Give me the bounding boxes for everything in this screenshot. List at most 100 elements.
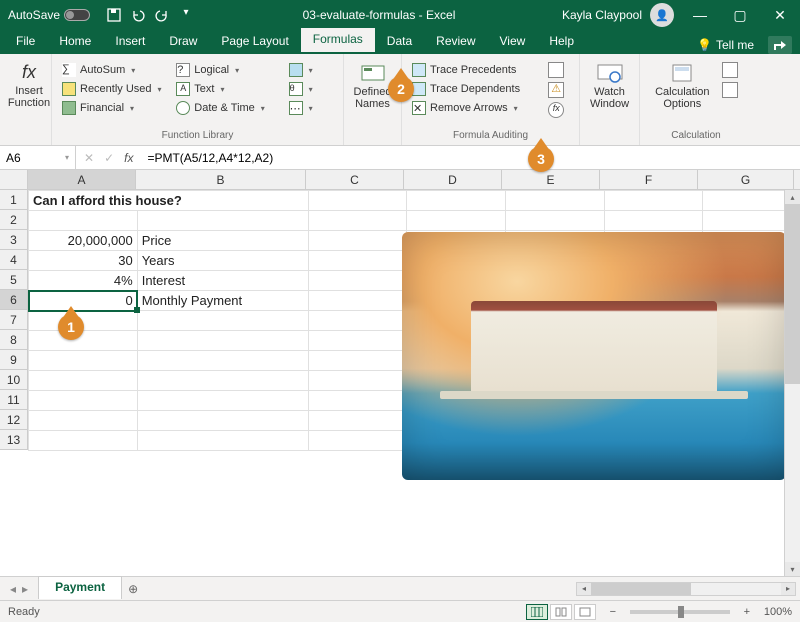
calculation-options-button[interactable]: CalculationOptions bbox=[648, 58, 717, 110]
cell-B12[interactable] bbox=[137, 411, 308, 431]
row-header-4[interactable]: 4 bbox=[0, 250, 27, 270]
show-formulas-button[interactable] bbox=[548, 62, 564, 78]
row-header-11[interactable]: 11 bbox=[0, 390, 27, 410]
cell-D1[interactable] bbox=[407, 191, 506, 211]
tab-data[interactable]: Data bbox=[375, 30, 424, 54]
cell-C11[interactable] bbox=[308, 391, 407, 411]
financial-button[interactable]: Financial▾ bbox=[60, 100, 174, 116]
maximize-button[interactable]: ▢ bbox=[720, 0, 760, 30]
minimize-button[interactable]: — bbox=[680, 0, 720, 30]
column-header-G[interactable]: G bbox=[698, 170, 794, 189]
horizontal-scrollbar[interactable]: ◂ ▸ bbox=[576, 582, 796, 596]
name-box[interactable]: A6 ▾ bbox=[0, 146, 76, 169]
embedded-image[interactable] bbox=[402, 232, 786, 480]
add-sheet-button[interactable]: ⊕ bbox=[122, 577, 144, 600]
sheet-nav[interactable]: ◂ ▸ bbox=[0, 577, 38, 600]
share-button[interactable] bbox=[768, 36, 792, 54]
cell-C13[interactable] bbox=[308, 431, 407, 451]
column-header-C[interactable]: C bbox=[306, 170, 404, 189]
row-header-8[interactable]: 8 bbox=[0, 330, 27, 350]
close-button[interactable]: ✕ bbox=[760, 0, 800, 30]
row-headers[interactable]: 12345678910111213 bbox=[0, 190, 28, 450]
user-avatar-icon[interactable]: 👤 bbox=[650, 3, 674, 27]
cell-C6[interactable] bbox=[308, 291, 407, 311]
row-header-5[interactable]: 5 bbox=[0, 270, 27, 290]
cell-C10[interactable] bbox=[308, 371, 407, 391]
zoom-out-button[interactable]: − bbox=[606, 606, 620, 618]
sheet-tab-payment[interactable]: Payment bbox=[38, 576, 122, 599]
cell-B10[interactable] bbox=[137, 371, 308, 391]
cell-C12[interactable] bbox=[308, 411, 407, 431]
trace-dependents-button[interactable]: Trace Dependents bbox=[410, 81, 542, 97]
evaluate-formula-button[interactable]: fx bbox=[548, 102, 564, 118]
cell-F1[interactable] bbox=[604, 191, 703, 211]
autosum-button[interactable]: ∑AutoSum▾ bbox=[60, 62, 174, 78]
tell-me-search[interactable]: 💡 Tell me bbox=[695, 37, 756, 53]
row-header-7[interactable]: 7 bbox=[0, 310, 27, 330]
qat-customize-icon[interactable]: ▾ bbox=[178, 7, 194, 23]
cell-A2[interactable] bbox=[29, 211, 138, 231]
cell-A13[interactable] bbox=[29, 431, 138, 451]
zoom-in-button[interactable]: + bbox=[740, 606, 754, 618]
redo-icon[interactable] bbox=[154, 7, 170, 23]
vertical-scrollbar[interactable]: ▴ ▾ bbox=[784, 190, 800, 576]
cell-B4[interactable]: Years bbox=[137, 251, 308, 271]
defined-names-button[interactable]: DefinedNames bbox=[352, 58, 393, 110]
tab-draw[interactable]: Draw bbox=[157, 30, 209, 54]
cell-B8[interactable] bbox=[137, 331, 308, 351]
cell-E1[interactable] bbox=[506, 191, 605, 211]
tab-file[interactable]: File bbox=[4, 30, 47, 54]
autosave-toggle[interactable]: AutoSave bbox=[0, 8, 98, 22]
cell-A5[interactable]: 4% bbox=[29, 271, 138, 291]
cell-B11[interactable] bbox=[137, 391, 308, 411]
page-layout-view-button[interactable] bbox=[550, 604, 572, 620]
cell-B3[interactable]: Price bbox=[137, 231, 308, 251]
remove-arrows-button[interactable]: ✕Remove Arrows▾ bbox=[410, 100, 542, 116]
normal-view-button[interactable] bbox=[526, 604, 548, 620]
cell-C1[interactable] bbox=[308, 191, 407, 211]
row-header-12[interactable]: 12 bbox=[0, 410, 27, 430]
cell-B9[interactable] bbox=[137, 351, 308, 371]
scroll-thumb-h[interactable] bbox=[591, 583, 691, 595]
watch-window-button[interactable]: WatchWindow bbox=[588, 58, 631, 110]
cell-A12[interactable] bbox=[29, 411, 138, 431]
row-header-1[interactable]: 1 bbox=[0, 190, 27, 210]
cell-A8[interactable] bbox=[29, 331, 138, 351]
scroll-down-button[interactable]: ▾ bbox=[785, 562, 800, 576]
row-header-10[interactable]: 10 bbox=[0, 370, 27, 390]
row-header-3[interactable]: 3 bbox=[0, 230, 27, 250]
cell-C8[interactable] bbox=[308, 331, 407, 351]
cell-A11[interactable] bbox=[29, 391, 138, 411]
insert-function-button[interactable]: fx InsertFunction bbox=[8, 58, 50, 109]
row-header-13[interactable]: 13 bbox=[0, 430, 27, 450]
cell-D2[interactable] bbox=[407, 211, 506, 231]
column-header-A[interactable]: A bbox=[28, 170, 136, 189]
column-header-B[interactable]: B bbox=[136, 170, 306, 189]
zoom-slider[interactable] bbox=[630, 610, 730, 614]
cell-B6[interactable]: Monthly Payment bbox=[137, 291, 308, 311]
cell-A6[interactable]: 0 bbox=[29, 291, 138, 311]
cell-C5[interactable] bbox=[308, 271, 407, 291]
tab-page-layout[interactable]: Page Layout bbox=[209, 30, 300, 54]
worksheet-grid[interactable]: ABCDEFG 12345678910111213 Can I afford t… bbox=[0, 170, 800, 576]
cell-A4[interactable]: 30 bbox=[29, 251, 138, 271]
page-break-view-button[interactable] bbox=[574, 604, 596, 620]
error-checking-button[interactable]: ⚠ bbox=[548, 82, 564, 98]
tab-formulas[interactable]: Formulas bbox=[301, 28, 375, 54]
cell-B5[interactable]: Interest bbox=[137, 271, 308, 291]
cell-C3[interactable] bbox=[308, 231, 407, 251]
tab-view[interactable]: View bbox=[488, 30, 538, 54]
cell-F2[interactable] bbox=[604, 211, 703, 231]
scroll-thumb[interactable] bbox=[785, 204, 800, 384]
autosave-switch-icon[interactable] bbox=[64, 9, 90, 21]
enter-icon[interactable]: ✓ bbox=[104, 151, 114, 165]
more-functions-button[interactable]: ⋯▾ bbox=[287, 100, 335, 116]
cell-C2[interactable] bbox=[308, 211, 407, 231]
scroll-up-button[interactable]: ▴ bbox=[785, 190, 800, 204]
cell-B7[interactable] bbox=[137, 311, 308, 331]
cell-C9[interactable] bbox=[308, 351, 407, 371]
user-area[interactable]: Kayla Claypool 👤 bbox=[556, 3, 680, 27]
cancel-icon[interactable]: ✕ bbox=[84, 151, 94, 165]
lookup-reference-button[interactable]: ▾ bbox=[287, 62, 335, 78]
cell-B13[interactable] bbox=[137, 431, 308, 451]
